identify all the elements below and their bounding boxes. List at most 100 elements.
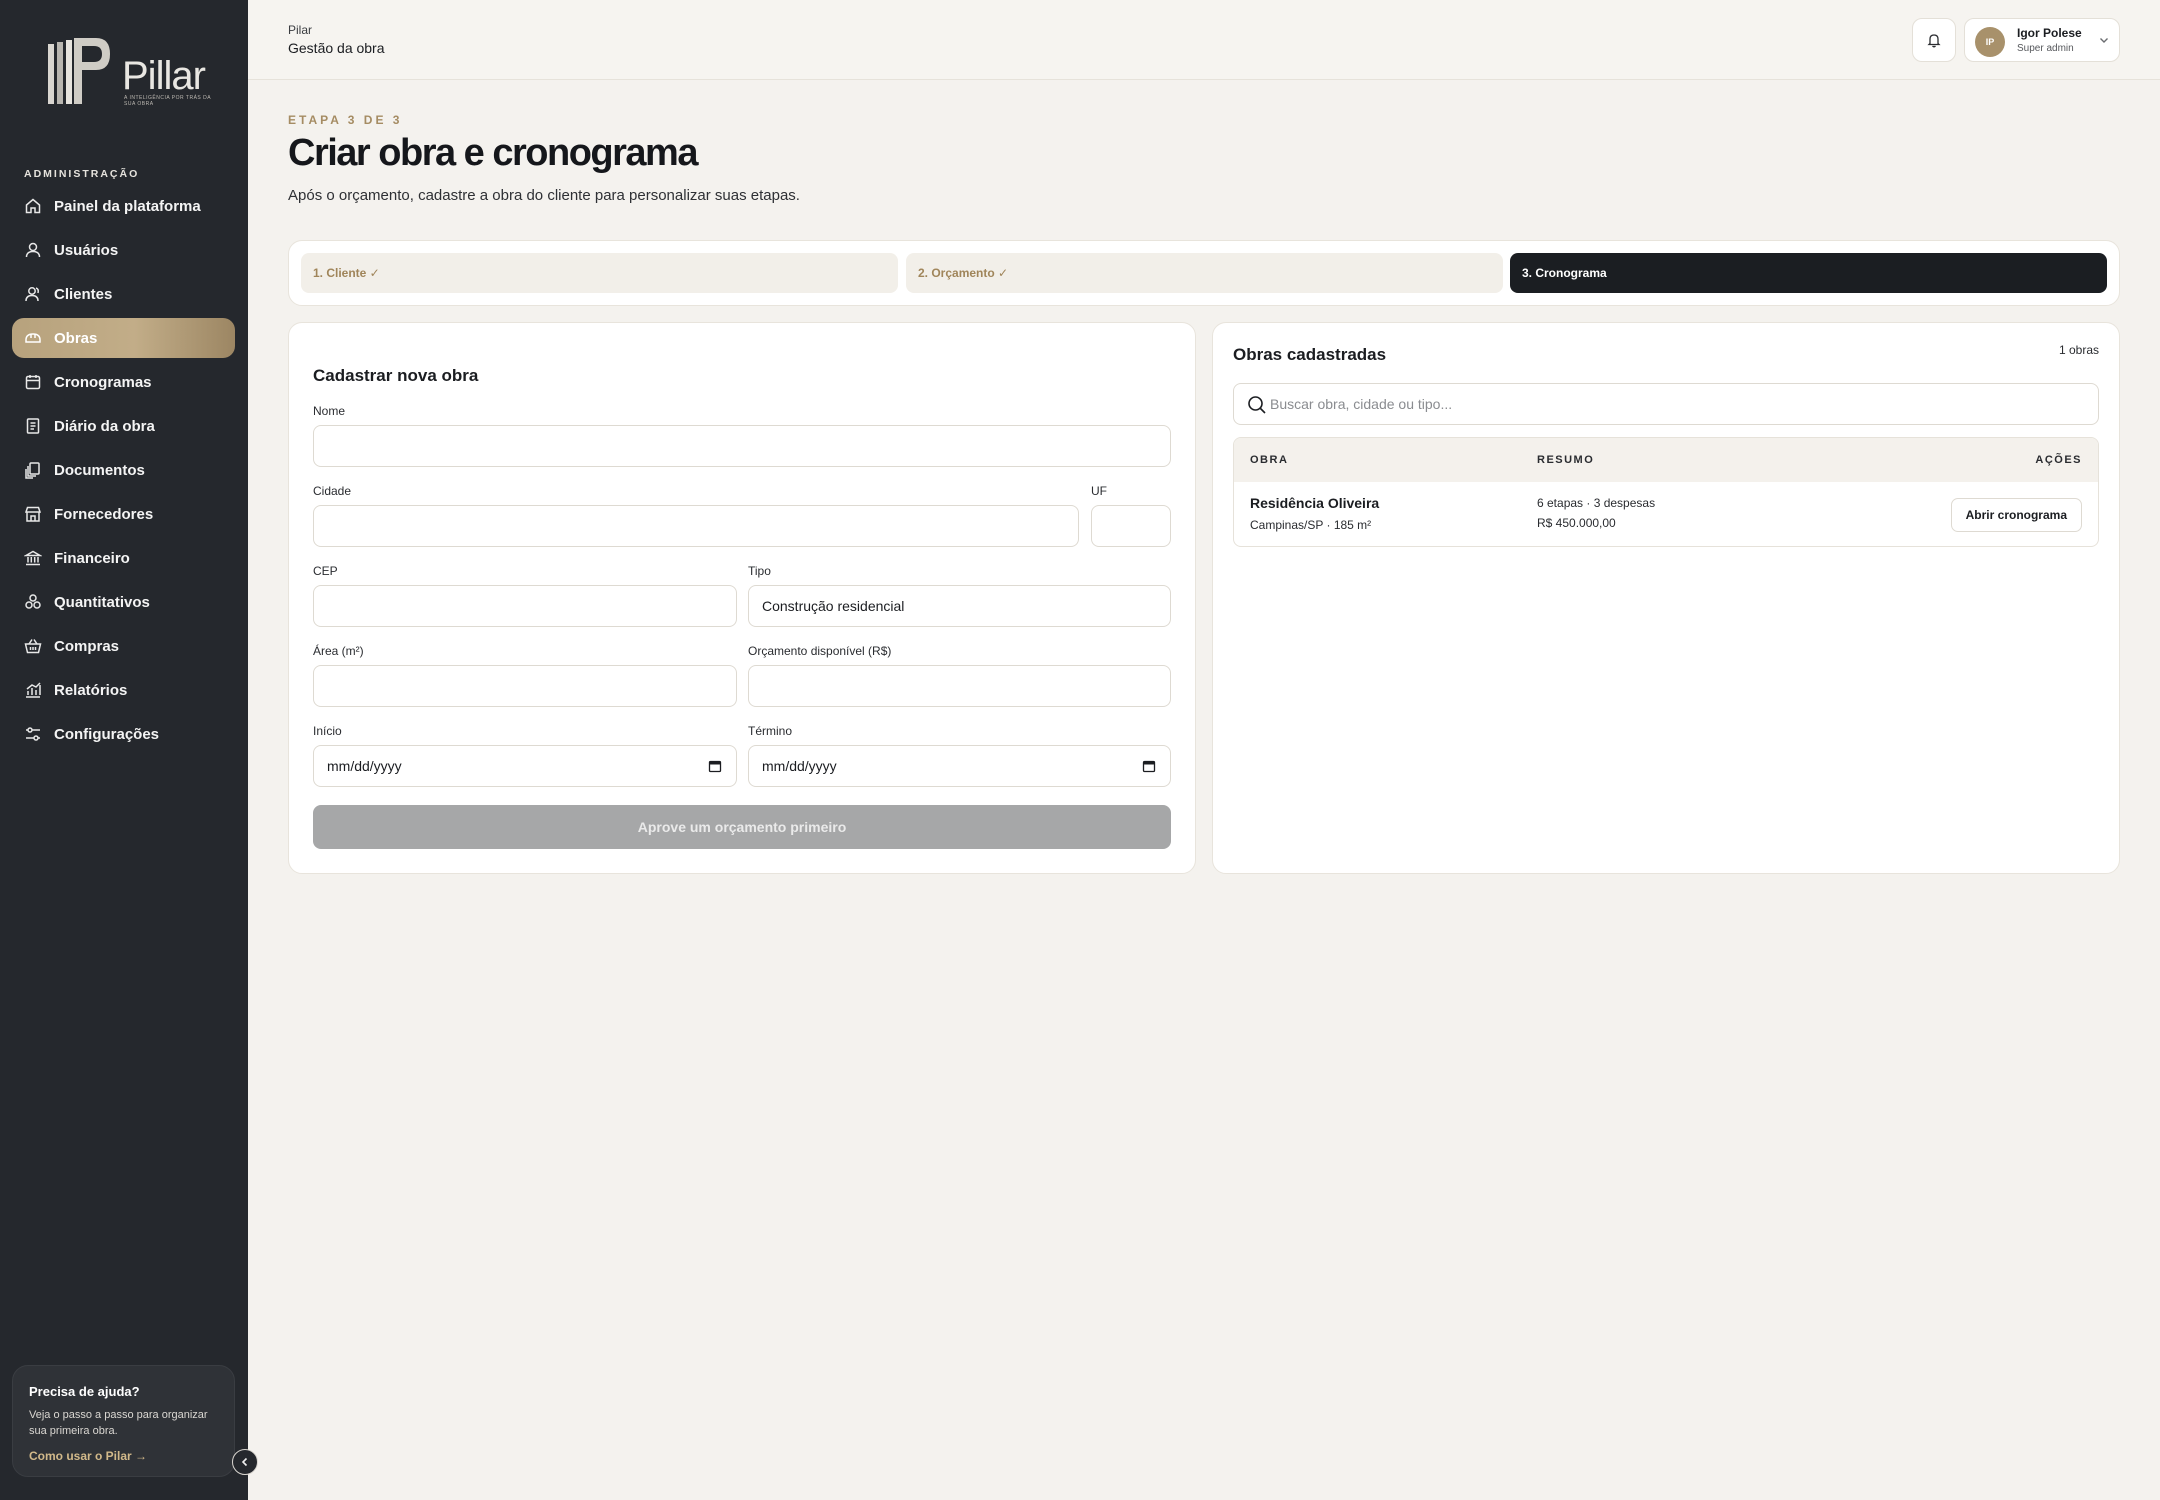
step-orcamento[interactable]: 2. Orçamento ✓ — [906, 253, 1503, 293]
help-title: Precisa de ajuda? — [29, 1384, 140, 1399]
sidebar-item-obras[interactable]: Obras — [12, 318, 235, 358]
bell-icon — [1927, 34, 1941, 48]
section-label-admin: ADMINISTRAÇÃO — [24, 168, 140, 180]
table-header: OBRA RESUMO AÇÕES — [1234, 438, 2098, 482]
inicio-date-field[interactable]: mm/dd/yyyy — [313, 745, 737, 787]
calendar-icon[interactable] — [708, 759, 722, 773]
label-tipo: Tipo — [748, 564, 771, 578]
user-menu-button[interactable]: IP Igor Polese Super admin — [1964, 18, 2120, 62]
sidebar-item-cronogramas[interactable]: Cronogramas — [12, 362, 235, 402]
obras-table: OBRA RESUMO AÇÕES Residência Oliveira Ca… — [1233, 437, 2099, 547]
inicio-date-value: mm/dd/yyyy — [327, 758, 402, 774]
area-field[interactable] — [313, 665, 737, 707]
nome-field[interactable] — [313, 425, 1171, 467]
orcamento-field[interactable] — [748, 665, 1171, 707]
breadcrumb-app: Pilar — [288, 23, 313, 37]
column-header-acoes: AÇÕES — [2035, 454, 2082, 466]
label-uf: UF — [1091, 484, 1107, 498]
sidebar-item-label: Compras — [54, 637, 120, 655]
sidebar-item-label: Obras — [54, 329, 98, 347]
open-schedule-button[interactable]: Abrir cronograma — [1950, 498, 2082, 532]
helmet-icon — [24, 329, 42, 347]
bank-icon — [24, 549, 42, 567]
step-cliente[interactable]: 1. Cliente ✓ — [301, 253, 898, 293]
calendar-icon — [24, 373, 42, 391]
search-icon — [1248, 396, 1266, 414]
help-text: Veja o passo a passo para organizar sua … — [29, 1409, 208, 1437]
sidebar-item-label: Clientes — [54, 285, 113, 303]
sidebar-item-usuarios[interactable]: Usuários — [12, 230, 235, 270]
top-header: Pilar Gestão da obra IP Igor Polese Supe… — [248, 0, 2160, 80]
sidebar-item-fornecedores[interactable]: Fornecedores — [12, 494, 235, 534]
user-icon — [24, 241, 42, 259]
sidebar-item-label: Fornecedores — [54, 505, 154, 523]
pillar-logo[interactable]: Pillar A INTELIGÊNCIA POR TRÁS DA SUA OB… — [44, 34, 214, 114]
help-link[interactable]: Como usar o Pilar → — [29, 1449, 218, 1463]
sidebar: Pillar A INTELIGÊNCIA POR TRÁS DA SUA OB… — [0, 0, 248, 1500]
basket-icon — [24, 637, 42, 655]
sidebar-item-quantitativos[interactable]: Quantitativos — [12, 582, 235, 622]
sidebar-item-painel[interactable]: Painel da plataforma — [12, 186, 235, 226]
sidebar-collapse-button[interactable] — [232, 1449, 258, 1475]
obra-summary-stages: 6 etapas · 3 despesas — [1537, 496, 1656, 510]
brand-tagline: A INTELIGÊNCIA POR TRÁS DA SUA OBRA — [124, 95, 211, 107]
sidebar-nav: Painel da plataforma Usuários Clientes O… — [12, 186, 235, 758]
sidebar-item-diario[interactable]: Diário da obra — [12, 406, 235, 446]
chart-icon — [24, 681, 42, 699]
page-title: Criar obra e cronograma — [288, 132, 698, 174]
uf-field[interactable] — [1091, 505, 1171, 547]
home-icon — [24, 197, 42, 215]
sidebar-item-label: Usuários — [54, 241, 119, 259]
brand-name: Pillar — [122, 54, 206, 98]
label-nome: Nome — [313, 404, 346, 418]
sidebar-item-label: Quantitativos — [54, 593, 150, 611]
sidebar-item-financeiro[interactable]: Financeiro — [12, 538, 235, 578]
obras-count: 1 obras — [2058, 343, 2099, 357]
label-cidade: Cidade — [313, 484, 352, 498]
termino-date-field[interactable]: mm/dd/yyyy — [748, 745, 1171, 787]
list-title: Obras cadastradas — [1233, 345, 1387, 364]
sliders-icon — [24, 725, 42, 743]
breadcrumb-page: Gestão da obra — [288, 40, 385, 56]
sidebar-item-label: Relatórios — [54, 681, 128, 699]
new-obra-form-card: Cadastrar nova obra Nome Cidade UF CEP T… — [288, 322, 1196, 874]
page-subtitle: Após o orçamento, cadastre a obra do cli… — [288, 187, 800, 204]
pillar-logo-mark-icon — [48, 38, 110, 104]
sidebar-item-label: Diário da obra — [54, 417, 155, 435]
sidebar-item-configuracoes[interactable]: Configurações — [12, 714, 235, 754]
sidebar-item-label: Painel da plataforma — [54, 197, 201, 215]
sidebar-item-documentos[interactable]: Documentos — [12, 450, 235, 490]
search-placeholder: Buscar obra, cidade ou tipo... — [1270, 396, 1453, 412]
step-cronograma[interactable]: 3. Cronograma — [1510, 253, 2107, 293]
stepper: 1. Cliente ✓ 2. Orçamento ✓ 3. Cronogram… — [288, 240, 2120, 306]
tipo-field[interactable]: Construção residencial — [748, 585, 1171, 627]
sidebar-item-compras[interactable]: Compras — [12, 626, 235, 666]
obra-summary-budget: R$ 450.000,00 — [1537, 516, 1616, 530]
notebook-icon — [24, 417, 42, 435]
form-title: Cadastrar nova obra — [313, 366, 479, 385]
boxes-icon — [24, 593, 42, 611]
label-termino: Término — [748, 724, 793, 738]
sidebar-item-label: Documentos — [54, 461, 145, 479]
label-area: Área (m²) — [313, 644, 364, 658]
cidade-field[interactable] — [313, 505, 1079, 547]
label-orcamento: Orçamento disponível (R$) — [748, 644, 892, 658]
calendar-icon[interactable] — [1142, 759, 1156, 773]
obras-list-card: Obras cadastradas 1 obras Buscar obra, c… — [1212, 322, 2120, 874]
notifications-button[interactable] — [1912, 18, 1956, 62]
step-label: ETAPA 3 DE 3 — [288, 113, 403, 127]
submit-button-disabled[interactable]: Aprove um orçamento primeiro — [313, 805, 1171, 849]
label-inicio: Início — [313, 724, 342, 738]
users-icon — [24, 285, 42, 303]
table-row: Residência Oliveira Campinas/SP · 185 m²… — [1234, 482, 2098, 546]
cep-field[interactable] — [313, 585, 737, 627]
user-name: Igor Polese — [2017, 26, 2082, 40]
store-icon — [24, 505, 42, 523]
search-input[interactable]: Buscar obra, cidade ou tipo... — [1233, 383, 2099, 425]
termino-date-value: mm/dd/yyyy — [762, 758, 837, 774]
sidebar-item-relatorios[interactable]: Relatórios — [12, 670, 235, 710]
chevron-left-icon — [241, 1457, 248, 1467]
sidebar-item-clientes[interactable]: Clientes — [12, 274, 235, 314]
column-header-resumo: RESUMO — [1537, 454, 1595, 466]
obra-location: Campinas/SP · 185 m² — [1250, 518, 1372, 532]
